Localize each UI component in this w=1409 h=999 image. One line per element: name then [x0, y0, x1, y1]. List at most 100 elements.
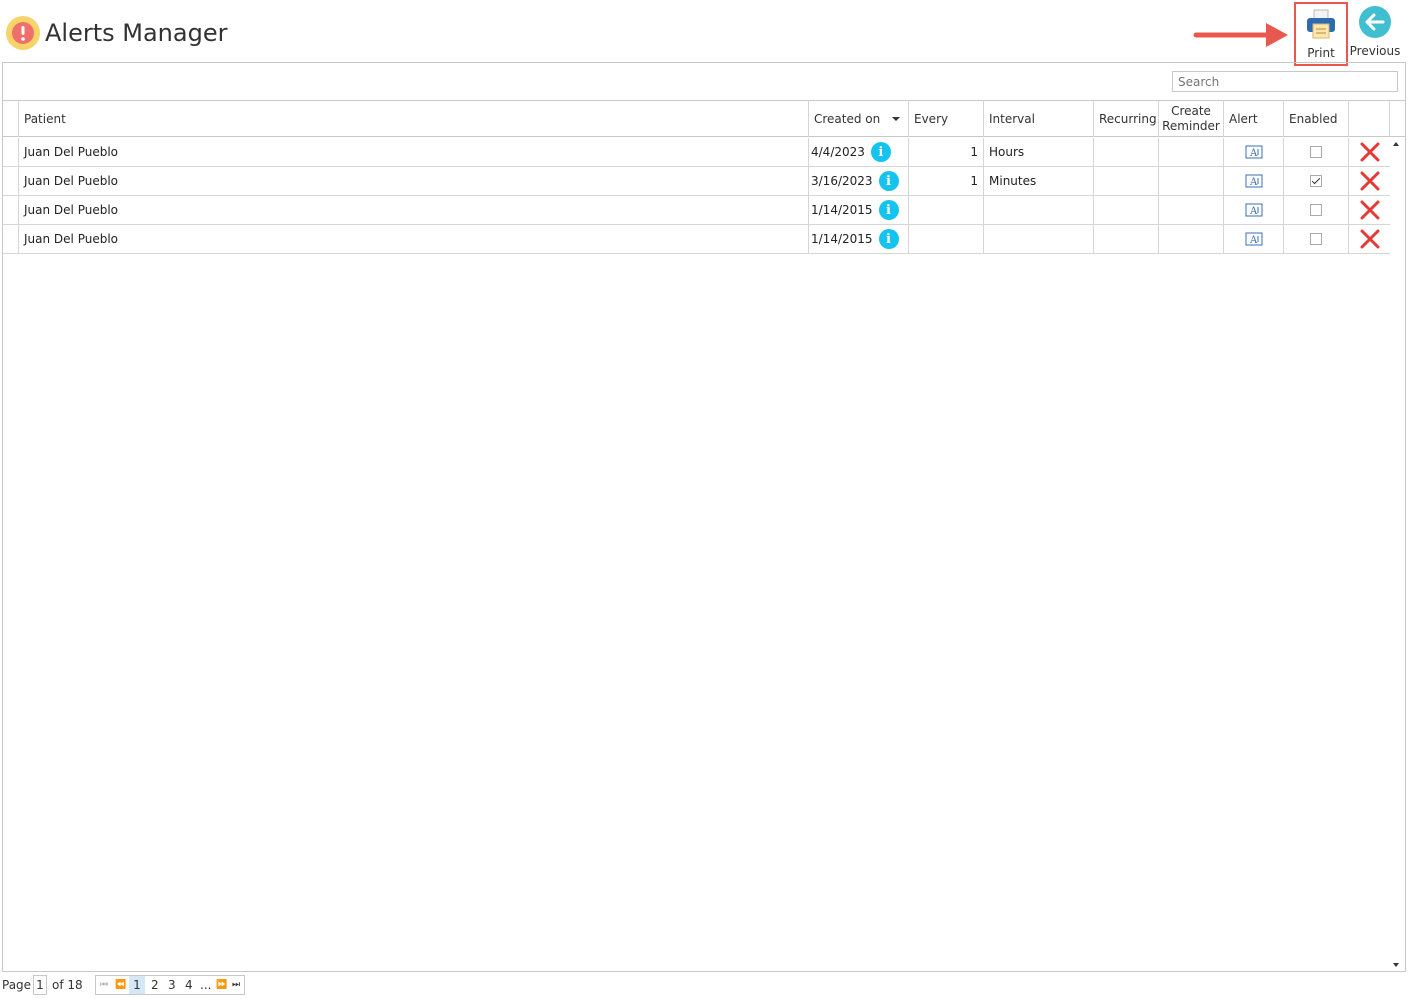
table-row[interactable]: Juan Del Pueblo 4/4/2023 i 1 Hours A — [3, 138, 1390, 167]
cell-created-on[interactable]: 3/16/2023 i — [808, 167, 908, 195]
cell-every[interactable] — [908, 225, 983, 253]
page-link[interactable]: 4 — [185, 978, 193, 992]
cell-alert: A — [1223, 225, 1283, 253]
cell-patient[interactable]: Juan Del Pueblo — [18, 138, 808, 166]
cell-interval[interactable] — [983, 196, 1093, 224]
cell-create-reminder[interactable] — [1158, 167, 1223, 195]
grid-header: Patient Created on Every Interval Recurr… — [3, 100, 1405, 137]
cell-recurring[interactable] — [1093, 138, 1158, 166]
cell-patient[interactable]: Juan Del Pueblo — [18, 196, 808, 224]
cell-recurring[interactable] — [1093, 167, 1158, 195]
column-header-patient[interactable]: Patient — [18, 101, 808, 137]
previous-button[interactable]: Previous — [1349, 2, 1401, 64]
cell-enabled — [1283, 167, 1348, 195]
cell-interval[interactable] — [983, 225, 1093, 253]
cell-delete — [1348, 138, 1390, 166]
page-link[interactable]: 2 — [151, 978, 159, 992]
created-on-value: 4/4/2023 — [811, 145, 865, 159]
cell-enabled — [1283, 225, 1348, 253]
cell-every[interactable] — [908, 196, 983, 224]
print-label: Print — [1307, 46, 1335, 60]
column-header-every[interactable]: Every — [908, 101, 983, 137]
cell-every[interactable]: 1 — [908, 138, 983, 166]
column-header-interval[interactable]: Interval — [983, 101, 1093, 137]
enabled-checkbox[interactable] — [1310, 175, 1322, 187]
sort-desc-icon — [892, 117, 900, 121]
cell-enabled — [1283, 138, 1348, 166]
column-header-scroll — [1389, 101, 1405, 137]
cell-interval[interactable]: Hours — [983, 138, 1093, 166]
delete-x-icon[interactable] — [1360, 200, 1380, 220]
cell-create-reminder[interactable] — [1158, 138, 1223, 166]
table-row[interactable]: Juan Del Pueblo 3/16/2023 i 1 Minutes A — [3, 167, 1390, 196]
enabled-checkbox[interactable] — [1310, 204, 1322, 216]
svg-text:A: A — [1249, 206, 1258, 217]
svg-text:A: A — [1249, 235, 1258, 246]
cell-create-reminder[interactable] — [1158, 196, 1223, 224]
created-on-value: 3/16/2023 — [811, 174, 873, 188]
created-on-value: 1/14/2015 — [811, 203, 873, 217]
column-header-create-reminder[interactable]: Create Reminder — [1158, 101, 1223, 137]
cell-created-on[interactable]: 1/14/2015 i — [808, 225, 908, 253]
alert-circle-icon — [6, 16, 40, 50]
table-row[interactable]: Juan Del Pueblo 1/14/2015 i A — [3, 196, 1390, 225]
cell-interval[interactable]: Minutes — [983, 167, 1093, 195]
first-page-icon[interactable]: ⏮ — [100, 980, 108, 990]
printer-icon — [1307, 9, 1335, 39]
cell-created-on[interactable]: 1/14/2015 i — [808, 196, 908, 224]
page-label: Page — [2, 978, 32, 992]
next-page-icon[interactable]: ⏩ — [216, 980, 227, 990]
info-icon[interactable]: i — [878, 229, 899, 249]
page-title: Alerts Manager — [45, 19, 228, 47]
print-button[interactable]: Print — [1294, 2, 1348, 66]
page-navigation: ⏮ ⏪ 1 2 3 4 ... ⏩ ⏭ — [95, 975, 245, 995]
cell-delete — [1348, 196, 1390, 224]
delete-x-icon[interactable] — [1360, 171, 1380, 191]
scroll-down-icon[interactable] — [1393, 963, 1399, 967]
cell-alert: A — [1223, 167, 1283, 195]
column-header-alert[interactable]: Alert — [1223, 101, 1283, 137]
info-icon[interactable]: i — [878, 171, 899, 191]
text-a-icon[interactable]: A — [1245, 232, 1263, 246]
text-a-icon[interactable]: A — [1245, 203, 1263, 217]
cell-alert: A — [1223, 196, 1283, 224]
cell-alert: A — [1223, 138, 1283, 166]
cell-delete — [1348, 225, 1390, 253]
page-link[interactable]: 3 — [168, 978, 176, 992]
cell-delete — [1348, 167, 1390, 195]
column-header-created-on-label: Created on — [814, 112, 881, 126]
cell-create-reminder[interactable] — [1158, 225, 1223, 253]
pager: Page 1 of 18 ⏮ ⏪ 1 2 3 4 ... ⏩ ⏭ — [0, 974, 400, 998]
page-count-label: of 18 — [52, 978, 83, 992]
cell-recurring[interactable] — [1093, 225, 1158, 253]
search-input[interactable] — [1172, 71, 1398, 92]
info-icon[interactable]: i — [870, 142, 891, 162]
previous-label: Previous — [1349, 44, 1401, 58]
page-link-more[interactable]: ... — [200, 978, 211, 992]
text-a-icon[interactable]: A — [1245, 174, 1263, 188]
prev-page-icon[interactable]: ⏪ — [115, 980, 126, 990]
column-header-enabled[interactable]: Enabled — [1283, 101, 1348, 137]
cell-enabled — [1283, 196, 1348, 224]
last-page-icon[interactable]: ⏭ — [232, 980, 240, 990]
scroll-up-icon[interactable] — [1393, 142, 1399, 146]
delete-x-icon[interactable] — [1360, 142, 1380, 162]
enabled-checkbox[interactable] — [1310, 233, 1322, 245]
text-a-icon[interactable]: A — [1245, 145, 1263, 159]
cell-patient[interactable]: Juan Del Pueblo — [18, 225, 808, 253]
cell-patient[interactable]: Juan Del Pueblo — [18, 167, 808, 195]
cell-recurring[interactable] — [1093, 196, 1158, 224]
cell-every[interactable]: 1 — [908, 167, 983, 195]
page-number-input[interactable]: 1 — [33, 975, 47, 995]
info-icon[interactable]: i — [878, 200, 899, 220]
annotation-arrow — [1192, 20, 1292, 50]
column-header-recurring[interactable]: Recurring — [1093, 101, 1158, 137]
table-row[interactable]: Juan Del Pueblo 1/14/2015 i A — [3, 225, 1390, 254]
svg-text:A: A — [1249, 177, 1258, 188]
column-header-created-on[interactable]: Created on — [808, 101, 908, 137]
created-on-value: 1/14/2015 — [811, 232, 873, 246]
cell-created-on[interactable]: 4/4/2023 i — [808, 138, 908, 166]
delete-x-icon[interactable] — [1360, 229, 1380, 249]
page-link-current[interactable]: 1 — [129, 976, 145, 994]
enabled-checkbox[interactable] — [1310, 146, 1322, 158]
